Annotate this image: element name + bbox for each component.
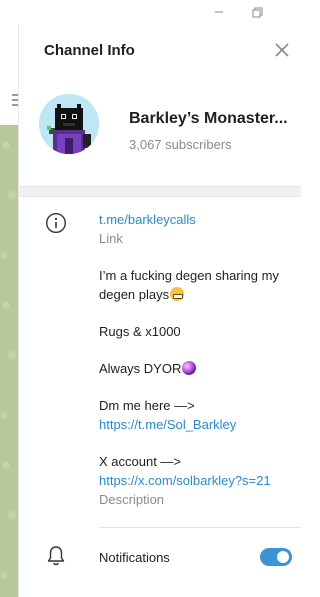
notifications-toggle[interactable] bbox=[260, 548, 292, 566]
description-caption: Description bbox=[99, 492, 165, 507]
info-icon bbox=[45, 212, 67, 234]
x-account-link[interactable]: https://x.com/solbarkley?s=21 bbox=[99, 471, 299, 490]
description-line: Always DYOR bbox=[99, 359, 299, 378]
channel-name: Barkley’s Monaster... bbox=[129, 110, 288, 127]
section-divider bbox=[19, 186, 301, 197]
link-caption: Link bbox=[99, 231, 123, 246]
panel-header: Channel Info bbox=[19, 24, 301, 76]
chat-header-edge bbox=[0, 24, 18, 75]
grimacing-face-emoji bbox=[170, 287, 185, 301]
description-line: X account —> bbox=[99, 454, 182, 469]
channel-info-panel: Channel Info Barkley’s Monaster... 3,067… bbox=[18, 24, 301, 597]
description-line: degen plays bbox=[99, 285, 299, 304]
close-icon[interactable] bbox=[272, 40, 292, 60]
restore-icon[interactable] bbox=[246, 2, 268, 22]
description-line: Rugs & x1000 bbox=[99, 324, 181, 339]
panel-title: Channel Info bbox=[44, 42, 135, 59]
channel-avatar[interactable] bbox=[39, 94, 99, 154]
notifications-label: Notifications bbox=[99, 550, 170, 565]
channel-profile: Barkley’s Monaster... 3,067 subscribers bbox=[19, 84, 301, 184]
bell-icon bbox=[46, 545, 66, 567]
chat-wallpaper bbox=[0, 125, 18, 597]
minimize-icon[interactable] bbox=[208, 2, 230, 22]
pixel-art-avatar bbox=[39, 94, 99, 154]
description-text: degen plays bbox=[99, 287, 170, 302]
subscriber-count: 3,067 subscribers bbox=[129, 137, 232, 152]
window-title-bar bbox=[0, 0, 301, 24]
channel-info-window: Channel Info Barkley’s Monaster... 3,067… bbox=[0, 0, 301, 597]
chat-toolbar-edge bbox=[0, 74, 22, 124]
description-text: Always DYOR bbox=[99, 361, 182, 376]
crystal-ball-emoji bbox=[182, 361, 197, 375]
channel-link[interactable]: t.me/barkleycalls bbox=[99, 210, 299, 229]
description-line: I’m a fucking degen sharing my bbox=[99, 268, 279, 283]
notifications-separator bbox=[99, 527, 301, 528]
description-line: Dm me here —> bbox=[99, 398, 195, 413]
toggle-knob bbox=[277, 551, 289, 563]
chat-background-strip bbox=[0, 24, 22, 597]
channel-info-block: t.me/barkleycalls Link I’m a fucking deg… bbox=[99, 210, 299, 509]
telegram-contact-link[interactable]: https://t.me/Sol_Barkley bbox=[99, 415, 299, 434]
